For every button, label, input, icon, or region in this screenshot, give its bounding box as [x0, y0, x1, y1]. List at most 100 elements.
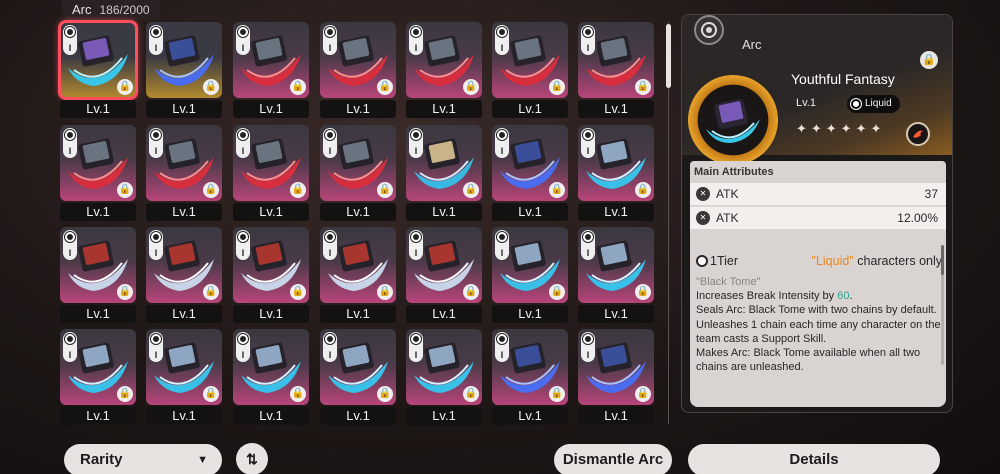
arc-tile[interactable]: I 🔒	[492, 227, 568, 303]
arc-card[interactable]: I 🔒 Lv.1	[233, 329, 309, 429]
arc-tile[interactable]: I 🔒	[60, 227, 136, 303]
tier-numeral: I	[68, 248, 72, 258]
arc-tile[interactable]: I 🔒	[406, 22, 482, 98]
arc-tile[interactable]: I 🔒	[320, 22, 396, 98]
arc-tile[interactable]: I 🔒	[578, 125, 654, 201]
details-button[interactable]: Details	[688, 444, 940, 474]
arc-card[interactable]: I 🔒 Lv.1	[492, 227, 568, 327]
arc-tile[interactable]: I 🔒	[146, 125, 222, 201]
dismantle-arc-button[interactable]: Dismantle Arc	[554, 444, 672, 474]
grid-scrollbar[interactable]	[666, 22, 671, 424]
lock-icon[interactable]: 🔒	[463, 284, 479, 300]
lock-icon[interactable]: 🔒	[203, 182, 219, 198]
sort-rarity-dropdown[interactable]: Rarity ▼	[64, 444, 222, 474]
lock-icon[interactable]: 🔒	[549, 284, 565, 300]
lock-icon[interactable]: 🔒	[635, 284, 651, 300]
arc-card[interactable]: I 🔒 Lv.1	[60, 125, 136, 225]
arc-card[interactable]: I 🔒 Lv.1	[60, 227, 136, 327]
arc-tile[interactable]: I 🔒	[578, 227, 654, 303]
arc-card[interactable]: I 🔒 Lv.1	[492, 329, 568, 429]
arc-tile[interactable]: I 🔒	[320, 125, 396, 201]
arc-tile[interactable]: I 🔒	[60, 125, 136, 201]
arc-card[interactable]: I 🔒 Lv.1	[406, 227, 482, 327]
arc-tile[interactable]: I 🔒	[146, 227, 222, 303]
lock-icon[interactable]: 🔒	[117, 79, 133, 95]
lock-icon[interactable]: 🔒	[117, 386, 133, 402]
lock-icon[interactable]: 🔒	[549, 182, 565, 198]
lock-icon[interactable]: 🔒	[920, 51, 938, 69]
arc-card[interactable]: I 🔒 Lv.1	[146, 227, 222, 327]
arc-tile[interactable]: I 🔒	[492, 329, 568, 405]
arc-card[interactable]: I 🔒 Lv.1	[578, 22, 654, 122]
arc-card[interactable]: I 🔒 Lv.1	[146, 329, 222, 429]
arc-tile[interactable]: I 🔒	[233, 125, 309, 201]
arc-tile[interactable]: I 🔒	[406, 227, 482, 303]
lock-icon[interactable]: 🔒	[290, 182, 306, 198]
arc-card[interactable]: I 🔒 Lv.1	[320, 125, 396, 225]
lock-icon[interactable]: 🔒	[377, 386, 393, 402]
arc-card[interactable]: I 🔒 Lv.1	[578, 227, 654, 327]
lock-icon[interactable]: 🔒	[463, 79, 479, 95]
lock-icon[interactable]: 🔒	[377, 284, 393, 300]
arc-tile[interactable]: I 🔒	[406, 329, 482, 405]
arc-tile[interactable]: I 🔒	[578, 329, 654, 405]
arc-card[interactable]: I 🔒 Lv.1	[578, 329, 654, 429]
arc-tile[interactable]: I 🔒	[578, 22, 654, 98]
lock-icon[interactable]: 🔒	[463, 386, 479, 402]
arc-tile[interactable]: I 🔒	[320, 329, 396, 405]
arc-tile[interactable]: I 🔒	[233, 329, 309, 405]
detail-scroll-thumb[interactable]	[941, 245, 944, 275]
arc-level-label: Lv.1	[492, 407, 568, 425]
refine-icon[interactable]	[906, 122, 930, 146]
arc-card[interactable]: I 🔒 Lv.1	[146, 22, 222, 122]
lock-icon[interactable]: 🔒	[290, 284, 306, 300]
arc-card[interactable]: I 🔒 Lv.1	[492, 22, 568, 122]
arc-tile[interactable]: I 🔒	[320, 227, 396, 303]
lock-icon[interactable]: 🔒	[290, 79, 306, 95]
arc-card[interactable]: I 🔒 Lv.1	[406, 22, 482, 122]
arc-card[interactable]: I 🔒 Lv.1	[58, 20, 138, 122]
tier-badge: I	[63, 230, 77, 260]
type-icon	[497, 232, 507, 242]
arc-card[interactable]: I 🔒 Lv.1	[320, 329, 396, 429]
lock-icon[interactable]: 🔒	[377, 182, 393, 198]
arc-tile[interactable]: I 🔒	[60, 329, 136, 405]
arc-level-label: Lv.1	[406, 100, 482, 118]
arc-card[interactable]: I 🔒 Lv.1	[146, 125, 222, 225]
scrollbar-thumb[interactable]	[666, 24, 671, 88]
arc-card[interactable]: I 🔒 Lv.1	[492, 125, 568, 225]
lock-icon[interactable]: 🔒	[203, 386, 219, 402]
lock-icon[interactable]: 🔒	[203, 284, 219, 300]
arc-card[interactable]: I 🔒 Lv.1	[406, 125, 482, 225]
lock-icon[interactable]: 🔒	[203, 79, 219, 95]
lock-icon[interactable]: 🔒	[549, 79, 565, 95]
arc-card[interactable]: I 🔒 Lv.1	[406, 329, 482, 429]
arc-tile[interactable]: I 🔒	[406, 125, 482, 201]
sort-order-button[interactable]: ⇅	[236, 443, 268, 474]
arc-tile[interactable]: I 🔒	[146, 22, 222, 98]
arc-name: Youthful Fantasy	[791, 71, 895, 87]
arc-tile[interactable]: I 🔒	[233, 22, 309, 98]
arc-tile[interactable]: I 🔒	[58, 20, 138, 100]
arc-card[interactable]: I 🔒 Lv.1	[233, 125, 309, 225]
arc-tile[interactable]: I 🔒	[492, 22, 568, 98]
lock-icon[interactable]: 🔒	[635, 79, 651, 95]
lock-icon[interactable]: 🔒	[549, 386, 565, 402]
lock-icon[interactable]: 🔒	[290, 386, 306, 402]
arc-card[interactable]: I 🔒 Lv.1	[320, 22, 396, 122]
detail-scrollbar[interactable]	[941, 245, 944, 365]
arc-tile[interactable]: I 🔒	[492, 125, 568, 201]
arc-tile[interactable]: I 🔒	[233, 227, 309, 303]
lock-icon[interactable]: 🔒	[635, 386, 651, 402]
arc-card[interactable]: I 🔒 Lv.1	[320, 227, 396, 327]
lock-icon[interactable]: 🔒	[117, 284, 133, 300]
lock-icon[interactable]: 🔒	[635, 182, 651, 198]
arc-card[interactable]: I 🔒 Lv.1	[233, 22, 309, 122]
lock-icon[interactable]: 🔒	[377, 79, 393, 95]
lock-icon[interactable]: 🔒	[117, 182, 133, 198]
arc-tile[interactable]: I 🔒	[146, 329, 222, 405]
arc-card[interactable]: I 🔒 Lv.1	[60, 329, 136, 429]
lock-icon[interactable]: 🔒	[463, 182, 479, 198]
arc-card[interactable]: I 🔒 Lv.1	[578, 125, 654, 225]
arc-card[interactable]: I 🔒 Lv.1	[233, 227, 309, 327]
